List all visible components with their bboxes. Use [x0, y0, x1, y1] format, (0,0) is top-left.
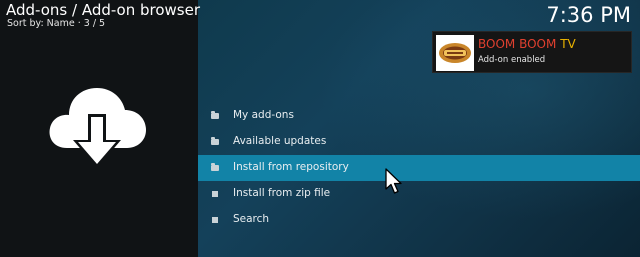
menu-item-label: Install from repository [233, 161, 349, 173]
clock: 7:36 PM [546, 3, 631, 27]
cloud-download-icon [45, 76, 149, 174]
notification-message: Add-on enabled [478, 55, 546, 65]
menu-item-my-addons[interactable]: My add-ons [198, 103, 640, 129]
addon-menu: My add-ons Available updates Install fro… [198, 103, 640, 233]
square-icon [211, 216, 220, 224]
menu-item-label: Install from zip file [233, 187, 331, 199]
menu-item-available-updates[interactable]: Available updates [198, 129, 640, 155]
sort-status: Sort by: Name · 3 / 5 [7, 18, 105, 29]
folder-icon [211, 111, 220, 120]
folder-icon [211, 163, 220, 172]
notification-title-main: BOOM BOOM [478, 37, 557, 51]
notification-title-suffix: TV [560, 37, 576, 51]
folder-icon [211, 137, 220, 146]
menu-item-label: Available updates [233, 135, 327, 147]
item-position: 3 / 5 [83, 18, 106, 29]
separator: · [74, 18, 84, 29]
notification-toast: BOOM BOOM TV Add-on enabled [432, 31, 632, 73]
mouse-pointer-icon [385, 168, 403, 196]
menu-item-install-from-zip[interactable]: Install from zip file [198, 181, 640, 207]
sort-label: Sort by: Name [7, 18, 75, 29]
menu-item-install-from-repository[interactable]: Install from repository [198, 155, 640, 181]
boom-boom-logo [436, 35, 474, 71]
menu-item-label: Search [233, 213, 270, 225]
square-icon [211, 190, 220, 198]
menu-item-label: My add-ons [233, 109, 294, 121]
notification-title: BOOM BOOM TV [478, 37, 576, 51]
breadcrumb-title: Add-ons / Add-on browser [6, 1, 201, 19]
menu-item-search[interactable]: Search [198, 207, 640, 233]
